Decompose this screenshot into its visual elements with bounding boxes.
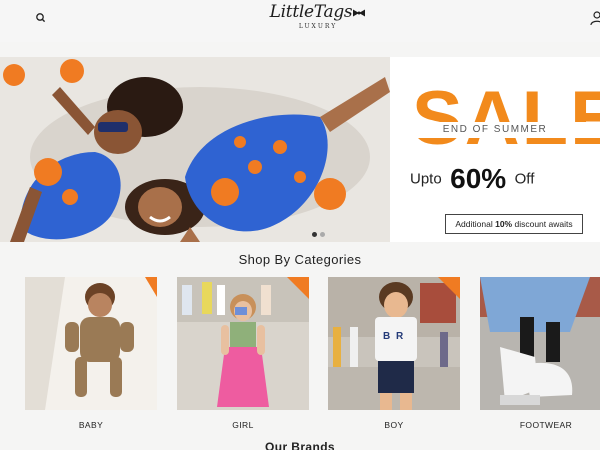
cta-bold: 10% <box>495 219 513 229</box>
sale-headline: SALE <box>412 76 600 161</box>
baby-image <box>25 277 157 410</box>
logo-sub-text: LUXURY <box>298 23 338 30</box>
category-card-boy[interactable]: B R <box>328 277 460 410</box>
girl-image <box>177 277 309 410</box>
category-card-footwear[interactable] <box>480 277 600 410</box>
svg-text:R: R <box>396 331 404 342</box>
brands-heading: Our Brands <box>264 440 335 450</box>
sale-panel: SALE END OF SUMMER Upto 60% Off Addition… <box>390 57 600 242</box>
carousel-dots <box>312 232 332 238</box>
category-label-footwear[interactable]: FOOTWEAR <box>480 420 600 430</box>
footwear-image <box>480 277 600 410</box>
category-label-baby[interactable]: BABY <box>25 420 157 430</box>
page: LittleTags LUXURY SALE END OF SUMMER Upt… <box>0 0 600 450</box>
hero-image <box>0 57 390 242</box>
user-icon[interactable] <box>590 10 600 26</box>
carousel-dot-1[interactable] <box>312 232 317 237</box>
category-card-baby[interactable] <box>25 277 157 410</box>
bow-icon <box>353 9 366 16</box>
site-header: LittleTags LUXURY <box>0 0 600 42</box>
hero-banner[interactable]: SALE END OF SUMMER Upto 60% Off Addition… <box>0 57 600 242</box>
sale-subtitle: END OF SUMMER <box>442 124 548 135</box>
sale-offer: Upto 60% Off <box>410 163 600 195</box>
offer-suffix: Off <box>514 170 535 188</box>
site-logo[interactable]: LittleTags LUXURY <box>268 2 368 34</box>
cta-suffix: discount awaits <box>512 219 573 229</box>
category-card-girl[interactable] <box>177 277 309 410</box>
category-label-girl[interactable]: GIRL <box>177 420 309 430</box>
offer-value: 60% <box>450 163 507 194</box>
carousel-dot-2[interactable] <box>320 232 325 237</box>
category-label-boy[interactable]: BOY <box>328 420 460 430</box>
additional-discount-button[interactable]: Additional 10% discount awaits <box>445 214 583 234</box>
boy-image: B R <box>328 277 460 410</box>
logo-main-text: LittleTags <box>269 2 353 22</box>
offer-prefix: Upto <box>410 170 442 188</box>
search-icon[interactable] <box>34 11 48 25</box>
svg-text:B: B <box>383 331 390 342</box>
categories-heading: Shop By Categories <box>238 252 362 267</box>
cta-prefix: Additional <box>455 219 496 229</box>
